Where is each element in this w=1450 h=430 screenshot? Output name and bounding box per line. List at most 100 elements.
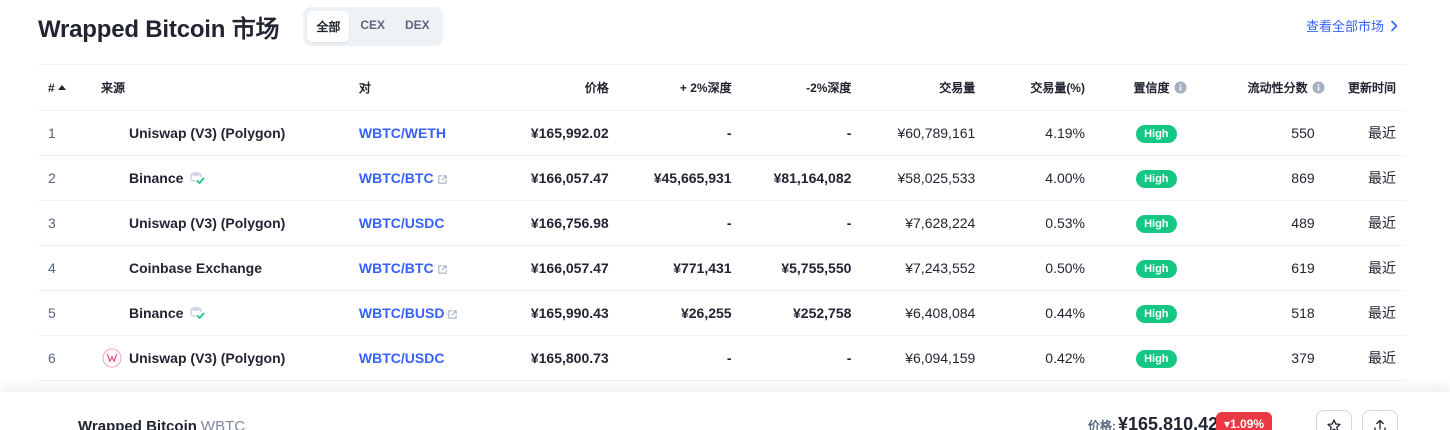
column-header-depth-minus[interactable]: -2%深度	[731, 64, 852, 111]
row-source[interactable]: Coinbase Exchange	[100, 245, 359, 291]
row-pair: WBTC/BTC	[358, 245, 502, 291]
pair-link[interactable]: WBTC/USDC	[359, 350, 445, 366]
column-header-liquidity[interactable]: 流动性分数	[1186, 64, 1325, 111]
row-liquidity: 379	[1186, 335, 1325, 381]
row-volume-pct: 0.53%	[975, 200, 1085, 246]
verified-exchange-icon	[190, 307, 205, 319]
exchange-logo	[101, 167, 123, 189]
table-header-row: # 来源 对 价格 + 2%深度 -2%深度 交易量 交易量(%) 置信度 流动…	[38, 64, 1406, 111]
pair-link[interactable]: WBTC/WETH	[359, 125, 446, 141]
row-price: ¥166,756.98	[501, 200, 609, 246]
row-pair: WBTC/USDC	[358, 200, 502, 246]
coin-price-block: 价格: ¥165,810.42	[1088, 414, 1218, 430]
row-rank: 1	[38, 110, 101, 156]
table-row[interactable]: 2 Binance WBTC/BTC ¥166,057.47 ¥45,665,931 ¥8…	[38, 155, 1406, 201]
row-updated: 最近	[1324, 245, 1406, 291]
row-price: ¥165,990.43	[501, 290, 609, 336]
row-updated: 最近	[1324, 290, 1406, 336]
exchange-name[interactable]: Binance	[129, 305, 183, 321]
table-row[interactable]: 1 Uniswap (V3) (Polygon) WBTC/WETH ¥165,992…	[38, 110, 1406, 156]
row-volume-pct: 4.19%	[975, 110, 1085, 156]
row-updated: 最近	[1324, 110, 1406, 156]
table-row[interactable]: 5 Binance WBTC/BUSD ¥165,990.43 ¥26,255 ¥252,…	[38, 290, 1406, 336]
external-link-icon[interactable]	[447, 309, 458, 320]
row-updated: 最近	[1324, 200, 1406, 246]
info-icon[interactable]	[1312, 81, 1325, 94]
confidence-badge: High	[1136, 304, 1177, 323]
row-rank: 4	[38, 245, 101, 291]
share-button[interactable]	[1362, 410, 1398, 430]
row-depth-plus: ¥45,665,931	[608, 155, 732, 201]
row-confidence: High	[1084, 155, 1187, 201]
row-confidence: High	[1084, 335, 1187, 381]
column-header-depth-plus[interactable]: + 2%深度	[608, 64, 732, 111]
column-header-volume-pct[interactable]: 交易量(%)	[975, 64, 1085, 111]
exchange-logo	[101, 302, 123, 324]
pair-link[interactable]: WBTC/USDC	[359, 215, 445, 231]
exchange-logo	[101, 212, 123, 234]
row-pair: WBTC/BTC	[358, 155, 502, 201]
row-volume: ¥60,789,161	[851, 110, 976, 156]
filter-dex-button[interactable]: DEX	[396, 11, 439, 42]
row-depth-minus: ¥81,164,082	[731, 155, 852, 201]
exchange-name[interactable]: Uniswap (V3) (Polygon)	[129, 350, 285, 366]
row-rank: 5	[38, 290, 101, 336]
row-source[interactable]: Uniswap (V3) (Polygon)	[100, 335, 359, 381]
uniswap-logo-icon	[102, 348, 122, 368]
confidence-badge: High	[1136, 169, 1177, 188]
price-change-badge: ▾1.09%	[1216, 412, 1273, 430]
exchange-name[interactable]: Coinbase Exchange	[129, 260, 262, 276]
column-header-confidence[interactable]: 置信度	[1084, 64, 1187, 111]
confidence-badge: High	[1136, 349, 1177, 368]
row-rank: 6	[38, 335, 101, 381]
watchlist-star-button[interactable]	[1316, 410, 1352, 430]
price-label: 价格:	[1088, 419, 1116, 430]
sticky-coin-bar: Wrapped Bitcoin WBTC 价格: ¥165,810.42 ▾1.0…	[0, 392, 1450, 430]
row-liquidity: 869	[1186, 155, 1325, 201]
row-confidence: High	[1084, 245, 1187, 291]
row-volume-pct: 4.00%	[975, 155, 1085, 201]
row-source[interactable]: Uniswap (V3) (Polygon)	[100, 200, 359, 246]
pair-link[interactable]: WBTC/BTC	[359, 260, 434, 276]
pair-link[interactable]: WBTC/BTC	[359, 170, 434, 186]
table-row[interactable]: 4 Coinbase Exchange WBTC/BTC ¥166,057.47 ¥77…	[38, 245, 1406, 291]
row-depth-minus: ¥5,755,550	[731, 245, 852, 291]
column-header-rank[interactable]: #	[38, 64, 101, 111]
row-pair: WBTC/BUSD	[358, 290, 502, 336]
external-link-icon[interactable]	[437, 174, 448, 185]
column-header-price[interactable]: 价格	[501, 64, 609, 111]
row-liquidity: 619	[1186, 245, 1325, 291]
row-source[interactable]: Binance	[100, 155, 359, 201]
coin-name: Wrapped Bitcoin WBTC	[78, 418, 245, 430]
row-source[interactable]: Binance	[100, 290, 359, 336]
row-volume: ¥58,025,533	[851, 155, 976, 201]
exchange-name[interactable]: Uniswap (V3) (Polygon)	[129, 125, 285, 141]
column-header-pair[interactable]: 对	[358, 64, 502, 111]
table-row[interactable]: 3 Uniswap (V3) (Polygon) WBTC/USDC ¥166,756…	[38, 200, 1406, 246]
external-link-icon[interactable]	[437, 264, 448, 275]
column-header-volume[interactable]: 交易量	[851, 64, 976, 111]
column-header-source[interactable]: 来源	[100, 64, 359, 111]
exchange-name[interactable]: Uniswap (V3) (Polygon)	[129, 215, 285, 231]
row-confidence: High	[1084, 290, 1187, 336]
row-price: ¥165,992.02	[501, 110, 609, 156]
table-row[interactable]: 6 Uniswap (V3) (Polygon) WBTC/USDC ¥165,800…	[38, 335, 1406, 381]
row-depth-plus: ¥26,255	[608, 290, 732, 336]
row-price: ¥166,057.47	[501, 245, 609, 291]
pair-link[interactable]: WBTC/BUSD	[359, 305, 445, 321]
row-volume: ¥7,628,224	[851, 200, 976, 246]
row-depth-plus: -	[608, 335, 732, 381]
exchange-logo	[101, 347, 123, 369]
filter-cex-button[interactable]: CEX	[351, 11, 394, 42]
exchange-name[interactable]: Binance	[129, 170, 183, 186]
markets-table: # 来源 对 价格 + 2%深度 -2%深度 交易量 交易量(%) 置信度 流动…	[38, 64, 1406, 381]
chevron-right-icon	[1391, 20, 1398, 31]
info-icon[interactable]	[1173, 81, 1187, 94]
row-liquidity: 518	[1186, 290, 1325, 336]
row-source[interactable]: Uniswap (V3) (Polygon)	[100, 110, 359, 156]
market-type-filter: 全部 CEX DEX	[303, 6, 443, 46]
column-header-updated[interactable]: 更新时间	[1324, 64, 1406, 111]
view-all-markets-link[interactable]: 查看全部市场	[1306, 16, 1400, 35]
filter-all-button[interactable]: 全部	[307, 10, 350, 42]
share-icon	[1374, 419, 1386, 430]
